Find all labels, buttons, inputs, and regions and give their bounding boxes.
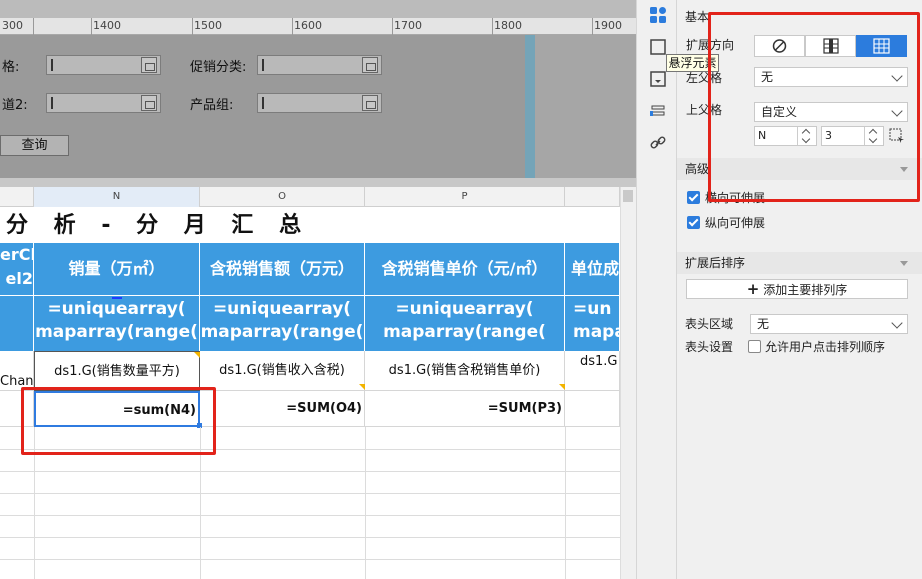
header-setting-label: 表头设置 [685,340,734,354]
formula-cell-n[interactable]: =uniquearray( maparray(range( [34,295,200,351]
formula-text: =uniquearray( [212,299,352,319]
formula-cell[interactable] [0,295,34,351]
formula-cell[interactable]: =un mapa [565,295,620,351]
column-header-n[interactable]: N [34,187,200,207]
expand-arrow-icon [112,297,122,299]
highlight-box-expand-settings [708,12,920,202]
grid-line [0,537,620,538]
picker-icon[interactable] [141,57,157,73]
ruler-label: 1500 [194,19,222,32]
param-input[interactable] [257,55,382,75]
formula-text: mapa [573,322,619,342]
param-label: 促销分类: [190,60,247,75]
formula-text: =un [573,299,612,319]
header-cell-sales-volume[interactable]: 销量（万㎡） [34,243,200,295]
formula-text: maparray(range( [200,322,364,342]
allow-user-sort-label: 允许用户点击排列顺序 [765,340,886,354]
grid-line [0,559,620,560]
grid-line [365,427,366,579]
param-label: 产品组: [190,98,234,113]
column-header-o[interactable]: O [200,187,365,207]
formula-text: maparray(range( [383,322,546,342]
sum-cell-o[interactable]: =SUM(O4) [200,391,365,427]
data-cell-n[interactable]: ds1.G(销售数量平方) [34,351,200,391]
data-cell[interactable] [565,391,620,427]
param-label: 道2: [2,98,28,113]
param-label: 格: [2,60,20,75]
vertical-scrollbar[interactable] [620,187,636,579]
param-input[interactable] [257,93,382,113]
expand-marker-icon [559,384,565,390]
param-area-edge-handle[interactable] [525,35,535,178]
header-area-value: 无 [757,317,770,331]
param-input[interactable] [46,93,161,113]
property-tab-bar [636,0,677,579]
float-element-icon[interactable] [649,70,667,88]
picker-icon[interactable] [362,57,378,73]
horizontal-extend-checkbox[interactable] [687,191,700,204]
sum-cell-p[interactable]: =SUM(P3) [365,391,565,427]
ruler-label: 1700 [394,19,422,32]
ruler-label: 1600 [294,19,322,32]
scrollbar-thumb[interactable] [623,190,633,202]
formula-cell-p[interactable]: =uniquearray( maparray(range( [365,295,565,351]
header-area-select[interactable]: 无 [750,314,908,334]
formula-text: =uniquearray( [47,299,186,319]
grid-line [0,515,620,516]
header-cell[interactable]: erCh el2 [0,243,34,295]
formula-text: maparray(range( [35,322,198,342]
parameter-canvas: 格: 促销分类: 道2: 产品组: [0,35,525,178]
horizontal-ruler: 300 1400 1500 1600 1700 1800 1900 [0,18,636,35]
advanced-label: 高级 [685,162,710,176]
section-title-sort[interactable]: 扩展后排序 [677,252,922,274]
column-header[interactable] [0,187,34,207]
add-sort-button[interactable]: + 添加主要排列序 [686,279,908,299]
parameter-canvas-margin [535,35,636,178]
data-cell-p[interactable]: ds1.G(销售含税销售单价) [365,351,565,391]
data-cell[interactable]: Chan [0,351,34,391]
cell-attributes-icon[interactable] [649,6,667,24]
collapse-triangle-icon[interactable] [900,261,908,266]
expand-marker-icon [194,352,200,358]
plus-icon: + [746,280,760,298]
expand-marker-icon [359,384,365,390]
grid-line [0,471,620,472]
column-header-bar: N O P [0,187,620,207]
param-input[interactable] [46,55,161,75]
hyperlink-icon[interactable] [649,134,667,152]
formula-cell-o[interactable]: =uniquearray( maparray(range( [200,295,365,351]
add-sort-label: 添加主要排列序 [763,283,848,297]
ruler-label: 1900 [594,19,622,32]
sort-section-label: 扩展后排序 [685,256,746,270]
ruler-label: 300 [2,19,23,32]
header-area-label: 表头区域 [685,317,734,331]
cell-element-icon[interactable] [649,38,667,56]
column-header[interactable] [565,187,620,207]
formula-text: =uniquearray( [395,299,534,319]
grid-line [0,493,620,494]
section-title-basic: 基本 [685,10,710,24]
ruler-label: 1800 [494,19,522,32]
vertical-extend-label: 纵向可伸展 [705,216,766,230]
report-title: 分 析 - 分 月 汇 总 [6,213,311,238]
allow-user-sort-checkbox[interactable] [748,340,761,353]
grid-line [565,427,566,579]
column-header-p[interactable]: P [365,187,565,207]
condition-attributes-icon[interactable] [649,102,667,120]
query-button[interactable]: 查询 [0,135,69,156]
ruler-label: 1400 [93,19,121,32]
picker-icon[interactable] [362,95,378,111]
data-cell[interactable]: ds1.G [565,351,620,391]
header-cell-sales-amount[interactable]: 含税销售额（万元） [200,243,365,295]
chevron-down-icon [891,317,903,329]
sheet-separator [0,178,636,187]
highlight-box-sum-cell [21,387,216,455]
vertical-extend-checkbox[interactable] [687,216,700,229]
header-cell-unit-price[interactable]: 含税销售单价（元/㎡） [365,243,565,295]
header-cell-unit-cost[interactable]: 单位成 [565,243,620,295]
picker-icon[interactable] [141,95,157,111]
data-cell-o[interactable]: ds1.G(销售收入含税) [200,351,365,391]
